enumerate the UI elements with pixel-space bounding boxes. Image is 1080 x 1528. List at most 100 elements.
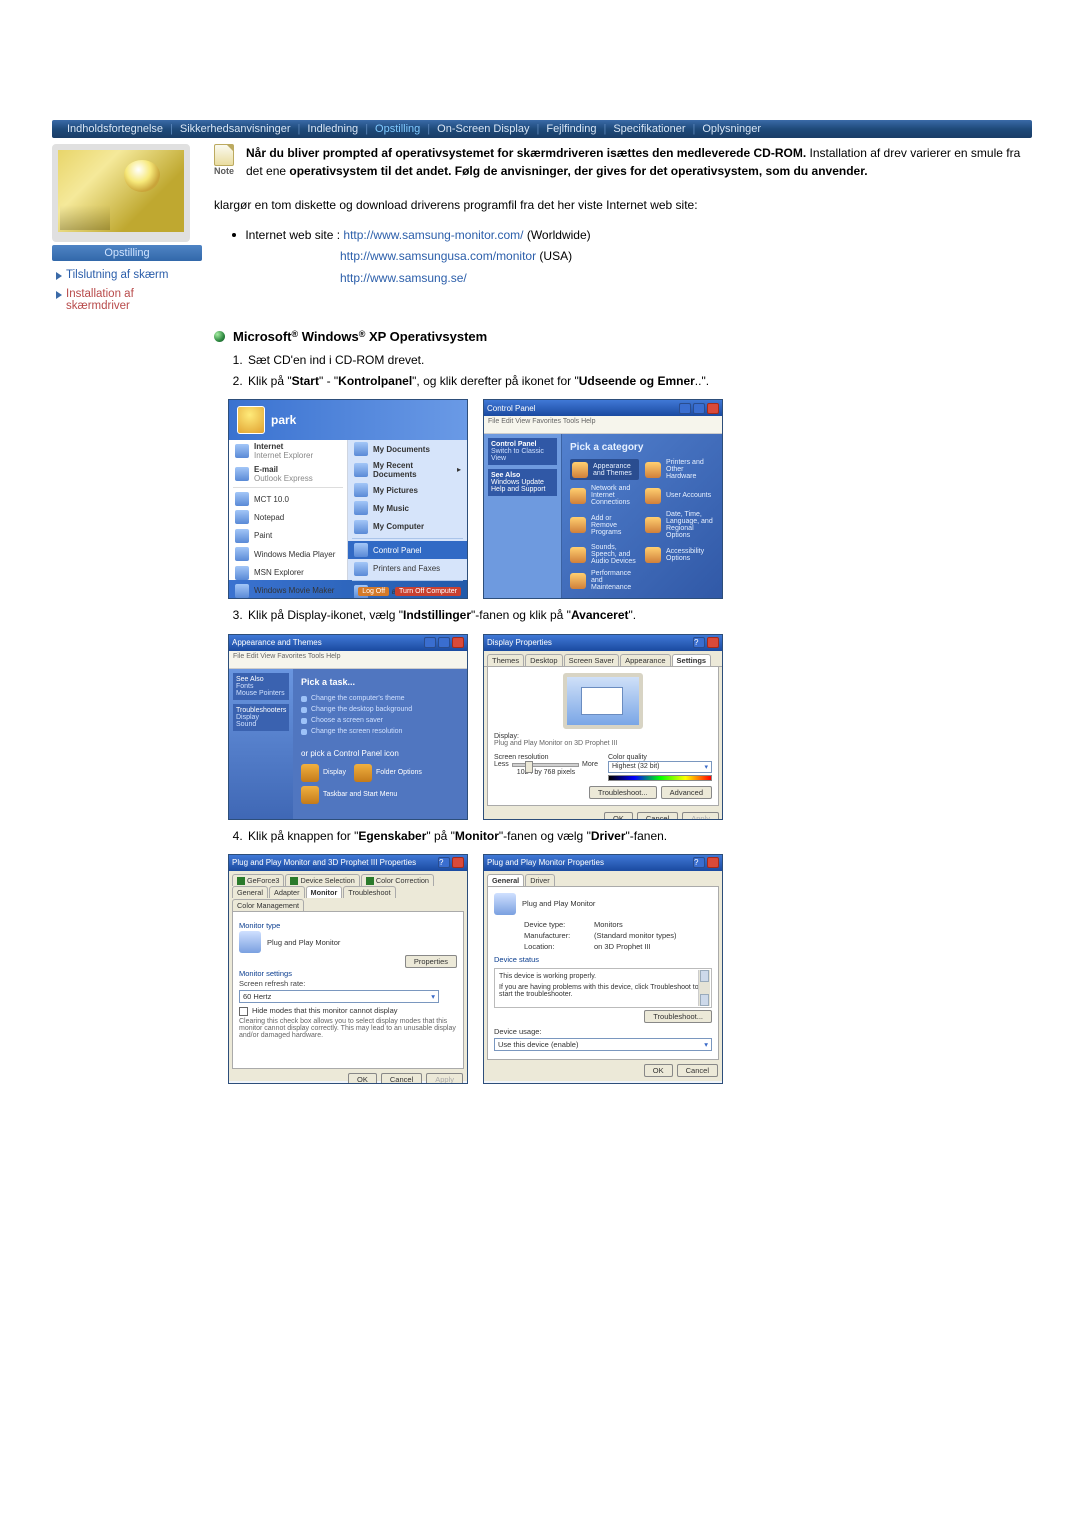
sidebar-link[interactable]: Tilslutning af skærm bbox=[52, 267, 202, 286]
turnoff-button[interactable]: Turn Off Computer bbox=[395, 587, 461, 596]
loc-val: on 3D Prophet III bbox=[594, 942, 651, 951]
logoff-button[interactable]: Log Off bbox=[358, 587, 389, 596]
sidebar-link-active[interactable]: Installation af skærmdriver bbox=[52, 286, 202, 317]
start-user-bar: park bbox=[229, 400, 467, 440]
window-title: Control Panel bbox=[487, 404, 535, 413]
startmenu-item[interactable]: My Recent Documents ▸ bbox=[348, 459, 467, 481]
minimize-icon[interactable] bbox=[424, 637, 436, 648]
cp-category[interactable]: Date, Time, Language, and Regional Optio… bbox=[645, 511, 714, 539]
task-link[interactable]: Change the desktop background bbox=[301, 704, 459, 715]
nav-item[interactable]: On-Screen Display bbox=[430, 123, 536, 135]
tab[interactable]: Desktop bbox=[525, 654, 563, 666]
close-icon[interactable] bbox=[707, 857, 719, 868]
tab[interactable]: Device Selection bbox=[285, 874, 359, 886]
help-icon[interactable]: ? bbox=[693, 857, 705, 868]
screenshot-control-panel: Control Panel File Edit View Favorites T… bbox=[483, 399, 723, 599]
mfr-val: (Standard monitor types) bbox=[594, 931, 677, 940]
apply-button[interactable]: Apply bbox=[682, 812, 719, 820]
hide-modes-checkbox[interactable]: Hide modes that this monitor cannot disp… bbox=[239, 1006, 457, 1016]
tab[interactable]: Adapter bbox=[269, 886, 305, 898]
task-link[interactable]: Change the screen resolution bbox=[301, 726, 459, 737]
link-se[interactable]: http://www.samsung.se/ bbox=[340, 271, 467, 285]
advanced-button[interactable]: Advanced bbox=[661, 786, 712, 799]
nav-item[interactable]: Specifikationer bbox=[606, 123, 692, 135]
tab[interactable]: General bbox=[232, 886, 268, 898]
cp-category[interactable]: Performance and Maintenance bbox=[570, 570, 639, 591]
tab[interactable]: Troubleshoot bbox=[343, 886, 395, 898]
link-usa[interactable]: http://www.samsungusa.com/monitor bbox=[340, 249, 536, 263]
minimize-icon[interactable] bbox=[679, 403, 691, 414]
startmenu-item[interactable]: MCT 10.0 bbox=[229, 490, 347, 508]
link-worldwide[interactable]: http://www.samsung-monitor.com/ bbox=[343, 228, 523, 242]
tab-active[interactable]: General bbox=[487, 874, 524, 886]
maximize-icon[interactable] bbox=[693, 403, 705, 414]
cp-icon[interactable]: Taskbar and Start Menu bbox=[301, 786, 459, 804]
startmenu-item[interactable]: My Documents bbox=[348, 440, 467, 458]
tab-active[interactable]: Settings bbox=[672, 654, 712, 666]
nav-item[interactable]: Indholdsfortegnelse bbox=[60, 123, 170, 135]
tab-active[interactable]: Monitor bbox=[306, 886, 343, 898]
cp-category[interactable]: Network and Internet Connections bbox=[570, 485, 639, 506]
startmenu-item[interactable]: My Computer bbox=[348, 518, 467, 536]
close-icon[interactable] bbox=[707, 637, 719, 648]
sidebar-link-label[interactable]: Installation af skærmdriver bbox=[66, 288, 198, 312]
cp-category-selected[interactable]: Appearance and Themes bbox=[570, 459, 639, 480]
usage-combo[interactable]: Use this device (enable)▾ bbox=[494, 1038, 712, 1051]
startmenu-item[interactable]: Printers and Faxes bbox=[348, 559, 467, 577]
startmenu-item[interactable]: MSN Explorer bbox=[229, 563, 347, 581]
tab[interactable]: Driver bbox=[525, 874, 554, 886]
tab[interactable]: Color Correction bbox=[361, 874, 434, 886]
cancel-button[interactable]: Cancel bbox=[381, 1073, 422, 1084]
tab[interactable]: Screen Saver bbox=[564, 654, 619, 666]
help-icon[interactable]: ? bbox=[693, 637, 705, 648]
task-link[interactable]: Choose a screen saver bbox=[301, 715, 459, 726]
ok-button[interactable]: OK bbox=[604, 812, 633, 820]
cp-icon[interactable]: Display bbox=[301, 764, 346, 782]
startmenu-control-panel[interactable]: Control Panel bbox=[348, 541, 467, 559]
startmenu-item[interactable]: My Music bbox=[348, 499, 467, 517]
tab[interactable]: Themes bbox=[487, 654, 524, 666]
startmenu-item[interactable]: E-mailOutlook Express bbox=[229, 463, 347, 485]
troubleshoot-button[interactable]: Troubleshoot... bbox=[589, 786, 657, 799]
tab[interactable]: GeForce3 bbox=[232, 874, 284, 886]
startmenu-item[interactable]: Notepad bbox=[229, 508, 347, 526]
sidebar-link-label[interactable]: Tilslutning af skærm bbox=[66, 269, 168, 281]
close-icon[interactable] bbox=[707, 403, 719, 414]
screenshot-display-properties: Display Properties ? Themes Desktop Scre… bbox=[483, 634, 723, 820]
apply-button[interactable]: Apply bbox=[426, 1073, 463, 1084]
startmenu-item[interactable]: Paint bbox=[229, 527, 347, 545]
startmenu-item[interactable]: My Pictures bbox=[348, 481, 467, 499]
cp-category[interactable]: Printers and Other Hardware bbox=[645, 459, 714, 480]
cp-icon[interactable]: Folder Options bbox=[354, 764, 422, 782]
cancel-button[interactable]: Cancel bbox=[637, 812, 678, 820]
nav-item[interactable]: Fejlfinding bbox=[539, 123, 603, 135]
tab[interactable]: Appearance bbox=[620, 654, 670, 666]
nav-item[interactable]: Indledning bbox=[300, 123, 365, 135]
nav-item[interactable]: Oplysninger bbox=[695, 123, 768, 135]
nav-item-active[interactable]: Opstilling bbox=[368, 123, 427, 135]
cp-category[interactable]: User Accounts bbox=[645, 485, 714, 506]
ok-button[interactable]: OK bbox=[644, 1064, 673, 1077]
nav-item[interactable]: Sikkerhedsanvisninger bbox=[173, 123, 298, 135]
scrollbar[interactable] bbox=[698, 970, 710, 1006]
cp-category[interactable]: Sounds, Speech, and Audio Devices bbox=[570, 544, 639, 565]
properties-button[interactable]: Properties bbox=[405, 955, 457, 968]
tab[interactable]: Color Management bbox=[232, 899, 304, 911]
startmenu-item[interactable]: Windows Movie Maker bbox=[229, 582, 347, 599]
app-icon bbox=[235, 529, 249, 543]
quality-combo[interactable]: Highest (32 bit)▾ bbox=[608, 761, 712, 773]
cp-category[interactable]: Accessibility Options bbox=[645, 544, 714, 565]
startmenu-item[interactable]: Windows Media Player bbox=[229, 545, 347, 563]
cp-category[interactable]: Add or Remove Programs bbox=[570, 511, 639, 539]
cancel-button[interactable]: Cancel bbox=[677, 1064, 718, 1077]
ok-button[interactable]: OK bbox=[348, 1073, 377, 1084]
resolution-slider[interactable] bbox=[512, 763, 579, 767]
maximize-icon[interactable] bbox=[438, 637, 450, 648]
task-link[interactable]: Change the computer's theme bbox=[301, 693, 459, 704]
help-icon[interactable]: ? bbox=[438, 857, 450, 868]
refresh-combo[interactable]: 60 Hertz▾ bbox=[239, 990, 439, 1003]
close-icon[interactable] bbox=[452, 637, 464, 648]
startmenu-item[interactable]: InternetInternet Explorer bbox=[229, 440, 347, 462]
troubleshoot-button[interactable]: Troubleshoot... bbox=[644, 1010, 712, 1023]
close-icon[interactable] bbox=[452, 857, 464, 868]
